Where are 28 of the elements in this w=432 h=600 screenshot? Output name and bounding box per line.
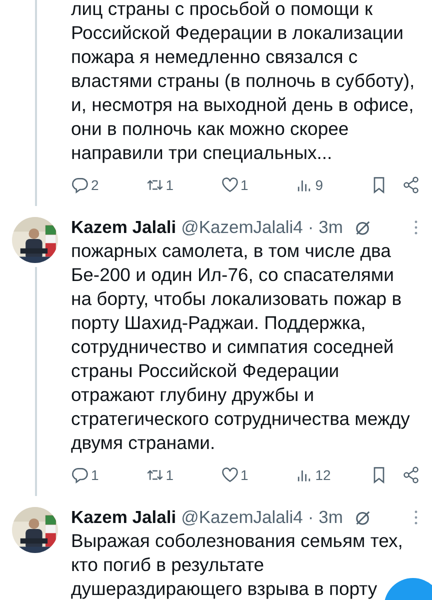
heart-icon[interactable]	[220, 176, 238, 194]
author-handle[interactable]: @KazemJalali4	[181, 216, 303, 238]
author-name[interactable]: Kazem Jalali	[71, 506, 176, 528]
author-name[interactable]: Kazem Jalali	[71, 216, 176, 238]
slashed-circle-icon[interactable]	[354, 508, 371, 526]
more-icon[interactable]	[414, 510, 418, 524]
post-time: · 3m	[308, 506, 343, 528]
view-count: 9	[315, 177, 324, 193]
like-count: 1	[240, 177, 248, 193]
more-icon[interactable]	[414, 220, 418, 234]
repost-count: 1	[166, 467, 174, 483]
like-count: 1	[240, 467, 248, 483]
post-text: пожарных самолета, в том числе два Бе-200 и один Ил-76, со спасателями на борту, чтобы локализовать пожар в порту Шахид-Раджаи. Поддержка, сотрудничество и симпатия соседней страны Российской Федерации отражают глубину дружбы и стратегического сотрудничества между двумя странами.	[71, 239, 410, 455]
view-count: 12	[315, 467, 331, 483]
author-handle[interactable]: @KazemJalali4	[181, 506, 303, 528]
heart-icon[interactable]	[220, 466, 238, 484]
post-text: Выражая соболезнования семьям тех, кто погиб в результате душераздирающего взрыва в порту	[71, 529, 403, 600]
reply-icon[interactable]	[71, 466, 89, 484]
repost-count: 1	[166, 177, 174, 193]
slashed-circle-icon[interactable]	[354, 218, 371, 236]
share-icon[interactable]	[402, 176, 420, 194]
reply-count: 2	[91, 177, 99, 193]
post-time: · 3m	[308, 216, 343, 238]
reply-count: 1	[91, 467, 99, 483]
post-row[interactable]: Kazem Jalali @KazemJalali4 · 3m Выражая соболезнования семьям тех, кто погиб в результате душераздирающего взрыва в порту	[0, 496, 432, 600]
share-icon[interactable]	[402, 466, 420, 484]
post-text: лиц страны с просьбой о помощи к Российской Федерации в локализации пожара я немедленно связался с властями страны (в полночь в субботу), и, несмотря на выходной день в офисе, они в полночь как можно скорее направили три специальных...	[71, 0, 415, 165]
reply-icon[interactable]	[71, 176, 89, 194]
